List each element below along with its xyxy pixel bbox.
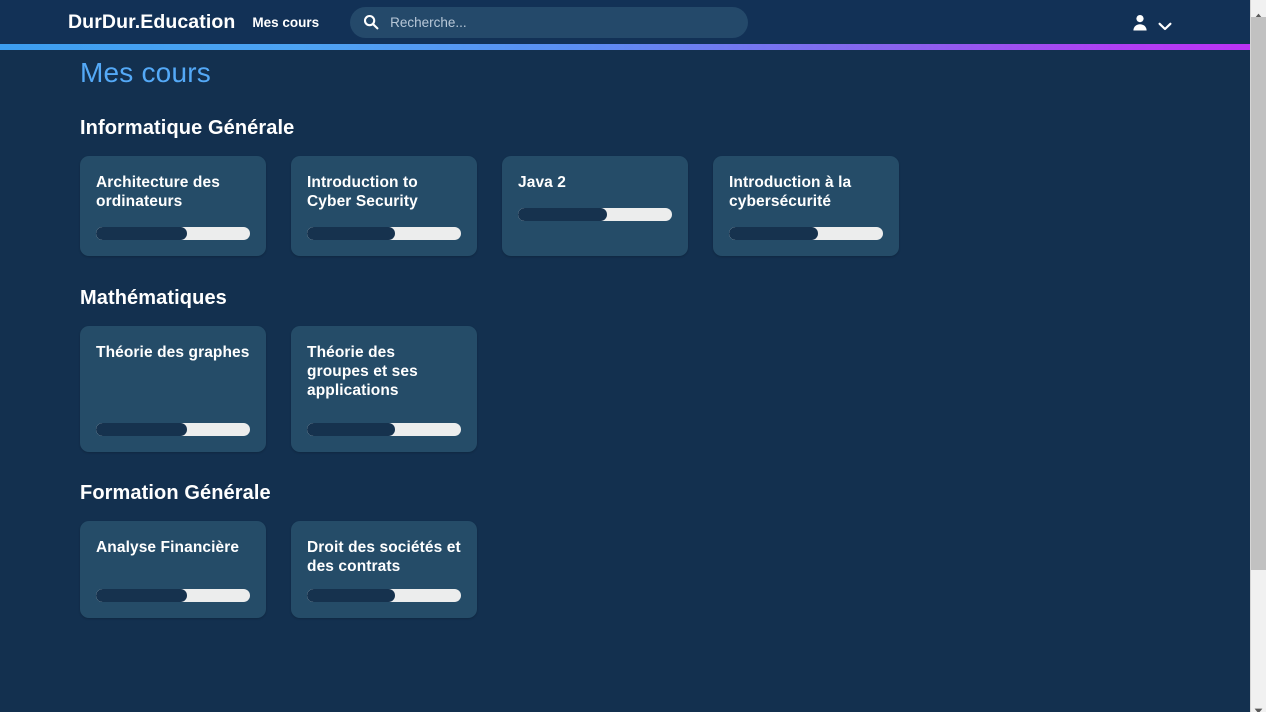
page-scrollbar[interactable] <box>1250 0 1266 712</box>
section-title: Mathématiques <box>80 287 227 309</box>
course-card[interactable]: Droit des sociétés et des contrats <box>291 521 477 618</box>
course-section: Formation Générale Analyse Financière Dr… <box>80 482 1250 618</box>
scroll-up-button[interactable] <box>1251 0 1266 18</box>
course-card[interactable]: Théorie des groupes et ses applications <box>291 326 477 452</box>
course-card[interactable]: Java 2 <box>502 156 688 256</box>
top-navbar: DurDur.Education Mes cours <box>0 0 1250 44</box>
course-section: Mathématiques Théorie des graphes Théori… <box>80 287 1250 452</box>
course-card[interactable]: Analyse Financière <box>80 521 266 618</box>
course-progress-bar <box>307 589 461 602</box>
course-progress-fill <box>729 227 819 240</box>
scrollbar-thumb[interactable] <box>1251 17 1266 570</box>
scroll-down-arrow-icon <box>1254 701 1263 712</box>
section-title: Formation Générale <box>80 482 271 504</box>
course-progress-fill <box>307 589 395 602</box>
search-input[interactable] <box>390 14 749 30</box>
course-card-title: Théorie des groupes et ses applications <box>307 344 418 399</box>
search-box[interactable] <box>350 6 749 38</box>
course-card[interactable]: Introduction à la cybersécurité <box>713 156 899 256</box>
course-card-title: Droit des sociétés et des contrats <box>307 539 461 575</box>
course-progress-bar <box>307 423 461 436</box>
scroll-down-button[interactable] <box>1251 695 1266 712</box>
course-progress-fill <box>518 208 608 221</box>
course-card-row: Théorie des graphes Théorie des groupes … <box>80 326 1250 452</box>
account-menu[interactable] <box>1132 0 1172 44</box>
app-root: DurDur.Education Mes cours Recherche... … <box>0 0 1266 712</box>
course-card-title: Java 2 <box>518 174 567 191</box>
course-progress-fill <box>96 589 187 602</box>
course-progress-bar <box>729 227 883 240</box>
search-icon <box>363 14 379 30</box>
user-icon <box>1132 14 1148 31</box>
course-progress-bar <box>518 208 672 221</box>
course-card-row: Architecture des ordinateurs Introductio… <box>80 156 1250 256</box>
course-progress-fill <box>96 423 187 436</box>
course-card-row: Analyse Financière Droit des sociétés et… <box>80 521 1250 618</box>
scroll-up-arrow-icon <box>1254 6 1263 18</box>
course-card[interactable]: Introduction to Cyber Security <box>291 156 477 256</box>
course-progress-bar <box>96 589 250 602</box>
nav-item-mes-cours[interactable]: Mes cours <box>252 15 319 30</box>
course-progress-bar <box>96 423 250 436</box>
chevron-down-icon <box>1158 18 1172 30</box>
course-card-title: Introduction à la cybersécurité <box>729 174 852 210</box>
course-progress-fill <box>307 227 395 240</box>
course-progress-fill <box>307 423 395 436</box>
brand-logo[interactable]: DurDur.Education <box>68 11 235 34</box>
course-card-title: Analyse Financière <box>96 539 240 556</box>
course-card[interactable]: Architecture des ordinateurs <box>80 156 266 256</box>
course-card-title: Théorie des graphes <box>96 344 250 361</box>
main-content: Mes cours Informatique Générale Architec… <box>0 50 1250 712</box>
course-progress-bar <box>307 227 461 240</box>
course-card[interactable]: Théorie des graphes <box>80 326 266 452</box>
course-card-title: Introduction to Cyber Security <box>307 174 418 210</box>
course-progress-fill <box>96 227 187 240</box>
page-title: Mes cours <box>80 57 211 88</box>
course-progress-bar <box>96 227 250 240</box>
course-card-title: Architecture des ordinateurs <box>96 174 220 210</box>
section-title: Informatique Générale <box>80 117 295 139</box>
course-section: Informatique Générale Architecture des o… <box>80 117 1250 256</box>
